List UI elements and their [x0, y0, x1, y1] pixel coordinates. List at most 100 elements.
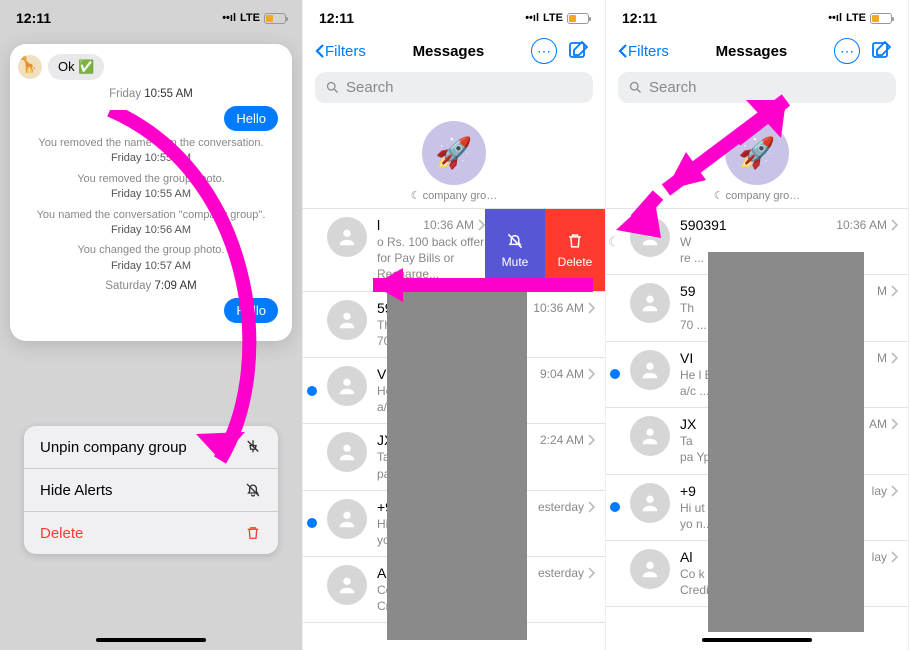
search-input[interactable]: Search [315, 72, 593, 103]
search-placeholder: Search [346, 79, 394, 96]
message-time: esterday [538, 566, 595, 580]
context-menu: Unpin company group Hide Alerts Delete [24, 426, 278, 554]
chevron-left-icon [315, 43, 325, 59]
mute-label: Mute [502, 255, 529, 269]
status-time: 12:11 [622, 10, 657, 26]
swipe-actions: Mute Delete [485, 209, 605, 291]
pinned-conversation[interactable]: 🚀 ☾company gro… [714, 121, 800, 202]
ellipsis-icon: ⋯ [537, 43, 551, 60]
compose-icon [567, 38, 591, 62]
hide-alerts-menu-item[interactable]: Hide Alerts [24, 469, 278, 512]
message-time: lay [872, 550, 898, 564]
compose-icon [870, 38, 894, 62]
screen-conversation-context-menu: 12:11 ••ıl LTE 🦒 Ok ✅ Friday 10:55 AM He… [0, 0, 303, 650]
page-title: Messages [413, 43, 485, 60]
nav-bar: Filters Messages ⋯ [606, 36, 908, 66]
status-indicators: ••ıl LTE [222, 12, 286, 24]
contact-avatar [327, 565, 367, 605]
system-message: You removed the name from the conversati… [28, 136, 274, 167]
status-time: 12:11 [16, 10, 51, 26]
home-indicator[interactable] [702, 638, 812, 642]
status-time: 12:11 [319, 10, 354, 26]
unread-dot [307, 386, 317, 396]
incoming-bubble: Ok ✅ [48, 54, 104, 80]
system-message: You named the conversation "company grou… [28, 208, 274, 239]
redaction-block [708, 252, 864, 632]
message-time: 2:24 AM [540, 433, 595, 447]
contact-avatar [630, 350, 670, 390]
search-placeholder: Search [649, 79, 697, 96]
system-message: You removed the group photo.Friday 10:55… [28, 172, 274, 203]
contact-name: 59 [680, 283, 696, 299]
contact-name: VI [680, 350, 693, 366]
contact-avatar [630, 549, 670, 589]
timestamp: Friday 10:55 AM [18, 88, 284, 100]
status-bar: 12:11 ••ılLTE [606, 0, 908, 36]
conversation-row[interactable]: l10:36 AM o Rs. 100 back offerfor Pay Bi… [303, 209, 605, 292]
mute-button[interactable]: Mute [485, 209, 545, 291]
message-time: 9:04 AM [540, 367, 595, 381]
menu-label: Unpin company group [40, 439, 187, 456]
contact-avatar [327, 300, 367, 340]
pinned-conversation[interactable]: 🚀 ☾company gro… [411, 121, 497, 202]
compose-button[interactable] [870, 38, 896, 64]
delete-menu-item[interactable]: Delete [24, 512, 278, 554]
unread-dot [610, 502, 620, 512]
contact-avatar [630, 217, 670, 257]
contact-name: 590391 [680, 217, 727, 233]
unread-dot [307, 518, 317, 528]
trash-icon [565, 231, 585, 251]
more-button[interactable]: ⋯ [834, 38, 860, 64]
screen-messages-swipe: 12:11 ••ılLTE Filters Messages ⋯ Search … [303, 0, 606, 650]
contact-avatar [327, 366, 367, 406]
home-indicator[interactable] [96, 638, 206, 642]
trash-icon [244, 524, 262, 542]
pinned-avatar: 🚀 [725, 121, 789, 185]
message-preview: o Rs. 100 back offerfor Pay Bills or Rec… [377, 234, 485, 283]
message-time: 10:36 AM [836, 218, 898, 232]
status-indicators: ••ılLTE [828, 12, 892, 24]
ellipsis-icon: ⋯ [840, 43, 854, 60]
menu-label: Delete [40, 525, 83, 542]
moon-icon: ☾ [411, 189, 421, 202]
chevron-left-icon [618, 43, 628, 59]
incoming-message-row: 🦒 Ok ✅ [18, 54, 284, 80]
contact-avatar [327, 432, 367, 472]
filters-label: Filters [628, 43, 669, 60]
contact-name: JX [680, 416, 696, 432]
status-bar: 12:11 ••ılLTE [303, 0, 605, 36]
filters-label: Filters [325, 43, 366, 60]
contact-name: Al [680, 549, 692, 565]
bell-slash-icon [505, 231, 525, 251]
search-icon [325, 80, 340, 95]
search-input[interactable]: Search [618, 72, 896, 103]
contact-avatar [630, 483, 670, 523]
nav-bar: Filters Messages ⋯ [303, 36, 605, 66]
bell-slash-icon [244, 481, 262, 499]
compose-button[interactable] [567, 38, 593, 64]
delete-button[interactable]: Delete [545, 209, 605, 291]
unread-dot [610, 369, 620, 379]
more-button[interactable]: ⋯ [531, 38, 557, 64]
redaction-block [387, 290, 527, 640]
search-icon [628, 80, 643, 95]
conversation-preview-card: 🦒 Ok ✅ Friday 10:55 AM Hello You removed… [10, 44, 292, 341]
filters-button[interactable]: Filters [315, 43, 366, 60]
contact-avatar [630, 283, 670, 323]
unpin-menu-item[interactable]: Unpin company group [24, 426, 278, 469]
message-time: esterday [538, 500, 595, 514]
contact-name: l [377, 217, 380, 233]
contact-avatar [327, 499, 367, 539]
timestamp: Saturday 7:09 AM [18, 280, 284, 292]
sender-avatar: 🦒 [18, 55, 42, 79]
status-bar: 12:11 ••ıl LTE [0, 0, 302, 36]
pinned-label: ☾company gro… [411, 189, 497, 202]
filters-button[interactable]: Filters [618, 43, 669, 60]
contact-avatar [630, 416, 670, 456]
message-time: AM [869, 417, 898, 431]
message-time: M [877, 284, 898, 298]
delete-label: Delete [558, 255, 593, 269]
message-time: 10:36 AM [533, 301, 595, 315]
message-time: lay [872, 484, 898, 498]
pinned-label: ☾company gro… [714, 189, 800, 202]
